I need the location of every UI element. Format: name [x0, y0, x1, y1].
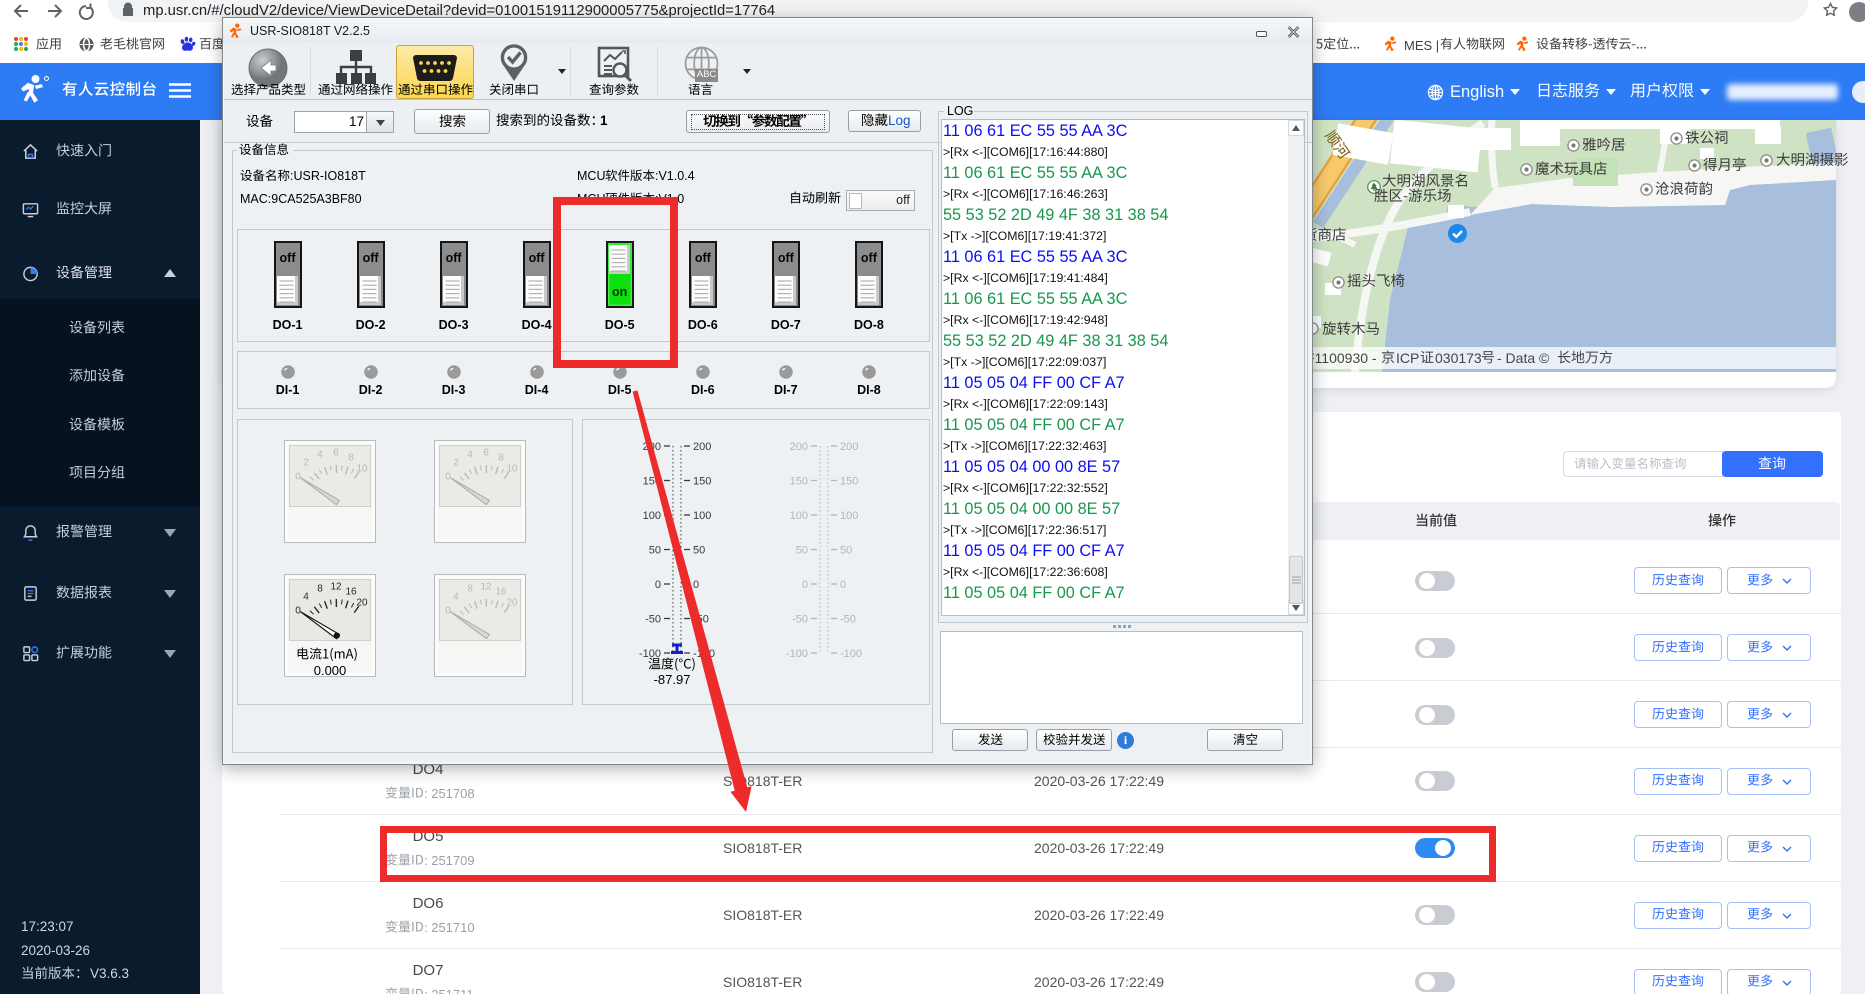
svg-text:16: 16 — [345, 587, 357, 598]
svg-text:4: 4 — [467, 450, 473, 461]
svg-text:12: 12 — [480, 582, 492, 593]
svg-text:8: 8 — [348, 453, 354, 464]
svg-text:0: 0 — [445, 606, 451, 617]
svg-text:2: 2 — [453, 458, 459, 469]
svg-text:6: 6 — [333, 448, 339, 459]
svg-text:50: 50 — [796, 545, 808, 557]
svg-text:12: 12 — [330, 582, 342, 593]
svg-text:50: 50 — [840, 545, 852, 557]
svg-text:2: 2 — [303, 458, 309, 469]
svg-text:100: 100 — [840, 510, 858, 522]
svg-text:4: 4 — [317, 450, 323, 461]
svg-text:8: 8 — [498, 453, 504, 464]
svg-text:200: 200 — [840, 441, 858, 453]
svg-text:-50: -50 — [792, 614, 808, 626]
svg-text:100: 100 — [790, 510, 808, 522]
svg-text:4: 4 — [303, 592, 309, 603]
svg-text:8: 8 — [317, 584, 323, 595]
svg-text:4: 4 — [453, 592, 459, 603]
svg-text:-50: -50 — [840, 614, 856, 626]
svg-text:6: 6 — [483, 448, 489, 459]
svg-text:0: 0 — [295, 472, 301, 483]
svg-text:0: 0 — [445, 472, 451, 483]
svg-text:200: 200 — [790, 441, 808, 453]
svg-text:-100: -100 — [840, 648, 862, 660]
svg-text:0: 0 — [802, 579, 808, 591]
svg-text:16: 16 — [495, 587, 507, 598]
svg-text:150: 150 — [790, 476, 808, 488]
svg-text:150: 150 — [840, 476, 858, 488]
svg-text:-100: -100 — [786, 648, 808, 660]
svg-text:0: 0 — [840, 579, 846, 591]
svg-text:0: 0 — [295, 606, 301, 617]
svg-text:8: 8 — [467, 584, 473, 595]
